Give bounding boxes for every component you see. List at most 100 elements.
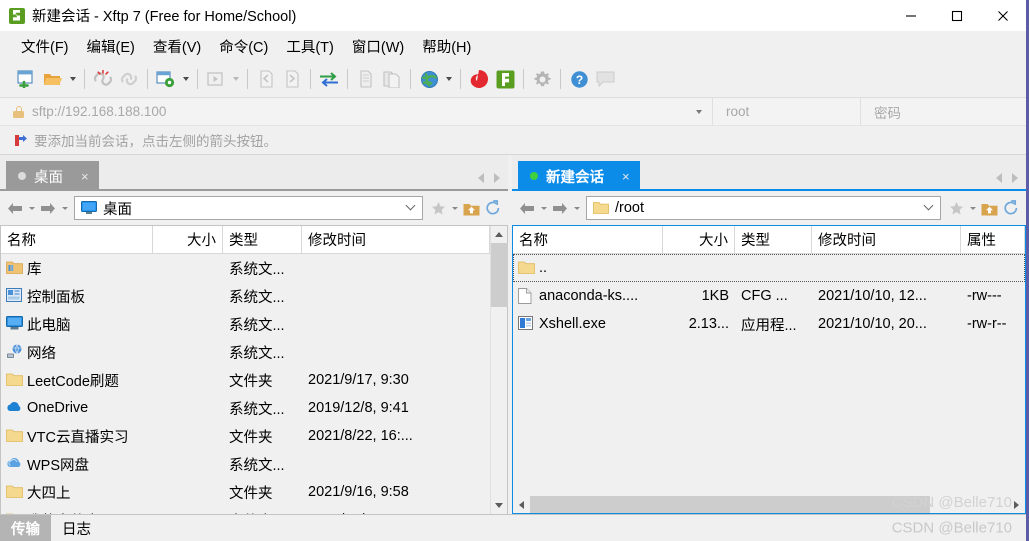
desktop-icon (81, 201, 97, 215)
remote-header-name[interactable]: 名称 (513, 226, 663, 253)
file-size (153, 422, 223, 450)
xftp-app-icon (9, 7, 25, 24)
password-field[interactable]: 密码 (860, 98, 1026, 125)
table-row[interactable]: .. (513, 254, 1025, 282)
back-dropdown-icon[interactable] (538, 196, 549, 220)
sftp-url-value: sftp://192.168.188.100 (32, 104, 167, 119)
table-row[interactable]: 控制面板 系统文... (1, 282, 490, 310)
session-properties-dropdown-icon[interactable] (179, 66, 192, 92)
back-button[interactable] (516, 196, 538, 220)
sync-browsing-icon[interactable] (316, 66, 342, 92)
local-scroll-thumb[interactable] (490, 243, 508, 307)
table-row[interactable]: 我的文件夹 文件夹 2021/10/10, 18 (1, 506, 490, 514)
url-dropdown-icon[interactable] (696, 109, 702, 114)
local-path-input[interactable]: 桌面 (74, 196, 423, 220)
back-button[interactable] (4, 196, 26, 220)
tab-close-icon[interactable]: × (622, 170, 630, 183)
tab-new-session[interactable]: 新建会话 × (518, 161, 640, 191)
globe-dropdown-icon[interactable] (442, 66, 455, 92)
tab-desktop[interactable]: 桌面 × (6, 161, 99, 191)
file-name: 大四上 (27, 485, 71, 502)
remote-hscroll-thumb[interactable] (530, 496, 930, 513)
back-dropdown-icon[interactable] (26, 196, 37, 220)
forward-button[interactable] (549, 196, 571, 220)
file-type: 系统文... (229, 401, 285, 418)
xftp-toolbar-icon[interactable] (492, 66, 518, 92)
remote-refresh-button[interactable] (1000, 196, 1022, 220)
remote-tab-scroll-arrows (996, 173, 1018, 183)
open-folder-dropdown-icon[interactable] (66, 66, 79, 92)
scroll-up-icon[interactable] (491, 226, 508, 243)
bottom-tab-log[interactable]: 日志 (51, 515, 102, 541)
table-row[interactable]: VTC云直播实习 文件夹 2021/8/22, 16:... (1, 422, 490, 450)
local-vertical-scrollbar[interactable] (490, 226, 508, 514)
globe-icon[interactable] (416, 66, 442, 92)
remote-path-input[interactable]: /root (586, 196, 941, 220)
remote-header-attr[interactable]: 属性 (961, 226, 1025, 253)
remote-header-size[interactable]: 大小 (663, 226, 735, 253)
maximize-button[interactable] (934, 0, 980, 31)
menu-command[interactable]: 命令(C) (210, 33, 277, 60)
tab-close-icon[interactable]: × (81, 170, 89, 183)
local-header-name[interactable]: 名称 (1, 226, 153, 253)
table-row[interactable]: OneDrive 系统文... 2019/12/8, 9:41 (1, 394, 490, 422)
new-session-icon[interactable] (14, 66, 40, 92)
remote-tab-strip: 新建会话 × (512, 155, 1026, 191)
menu-tools[interactable]: 工具(T) (277, 33, 343, 60)
xshell-icon[interactable] (466, 66, 492, 92)
tab-scroll-right-icon (494, 173, 500, 183)
bottom-tab-transfer[interactable]: 传输 (0, 515, 51, 541)
local-bookmark-dropdown-icon[interactable] (449, 196, 460, 220)
menu-help[interactable]: 帮助(H) (413, 33, 480, 60)
menu-view[interactable]: 查看(V) (144, 33, 210, 60)
table-row[interactable]: 此电脑 系统文... (1, 310, 490, 338)
table-row[interactable]: 网络 系统文... (1, 338, 490, 366)
open-folder-icon[interactable] (40, 66, 66, 92)
file-modified (302, 338, 490, 366)
remote-home-button[interactable] (978, 196, 1000, 220)
forward-dropdown-icon[interactable] (59, 196, 70, 220)
remote-path-value: /root (615, 200, 645, 216)
sftp-url-field[interactable]: sftp://192.168.188.100 (0, 98, 712, 125)
local-header-size[interactable]: 大小 (153, 226, 223, 253)
local-path-dropdown-icon[interactable] (407, 206, 415, 211)
scroll-down-icon[interactable] (491, 497, 508, 514)
forward-button[interactable] (37, 196, 59, 220)
file-size: 2.13... (688, 316, 729, 332)
settings-gear-icon[interactable] (529, 66, 555, 92)
table-row[interactable]: 大四上 文件夹 2021/9/16, 9:58 (1, 478, 490, 506)
local-header-modified[interactable]: 修改时间 (302, 226, 490, 253)
scroll-left-icon[interactable] (513, 496, 530, 513)
table-row[interactable]: WPS网盘 系统文... (1, 450, 490, 478)
table-row[interactable]: anaconda-ks.... 1KB CFG ... 2021/10/10, … (513, 282, 1025, 310)
table-row[interactable]: Xshell.exe 2.13... 应用程... 2021/10/10, 20… (513, 310, 1025, 338)
help-icon[interactable]: ? (566, 66, 592, 92)
menu-file[interactable]: 文件(F) (12, 33, 78, 60)
remote-bookmark-button[interactable] (945, 196, 967, 220)
local-refresh-button[interactable] (482, 196, 504, 220)
remote-header-modified[interactable]: 修改时间 (812, 226, 961, 253)
table-row[interactable]: LeetCode刷题 文件夹 2021/9/17, 9:30 (1, 366, 490, 394)
minimize-button[interactable] (888, 0, 934, 31)
tab-new-session-label: 新建会话 (546, 169, 604, 186)
remote-header-type[interactable]: 类型 (735, 226, 812, 253)
local-scroll-track[interactable] (490, 243, 508, 497)
forward-dropdown-icon[interactable] (571, 196, 582, 220)
toolbar-separator-9 (523, 69, 524, 89)
local-home-button[interactable] (460, 196, 482, 220)
file-name: 库 (27, 261, 42, 278)
username-field[interactable]: root (712, 98, 860, 125)
menu-window[interactable]: 窗口(W) (343, 33, 413, 60)
local-header-type[interactable]: 类型 (223, 226, 302, 253)
tab-scroll-left-icon (996, 173, 1002, 183)
file-type: 文件夹 (229, 429, 273, 446)
menu-edit[interactable]: 编辑(E) (78, 33, 144, 60)
close-button[interactable] (980, 0, 1026, 31)
remote-bookmark-dropdown-icon[interactable] (967, 196, 978, 220)
local-bookmark-button[interactable] (427, 196, 449, 220)
table-row[interactable]: 库 系统文... (1, 254, 490, 282)
remote-path-dropdown-icon[interactable] (925, 206, 933, 211)
notice-bar: 要添加当前会话，点击左侧的箭头按钮。 (0, 126, 1026, 155)
session-properties-icon[interactable] (153, 66, 179, 92)
window-controls (888, 0, 1026, 31)
